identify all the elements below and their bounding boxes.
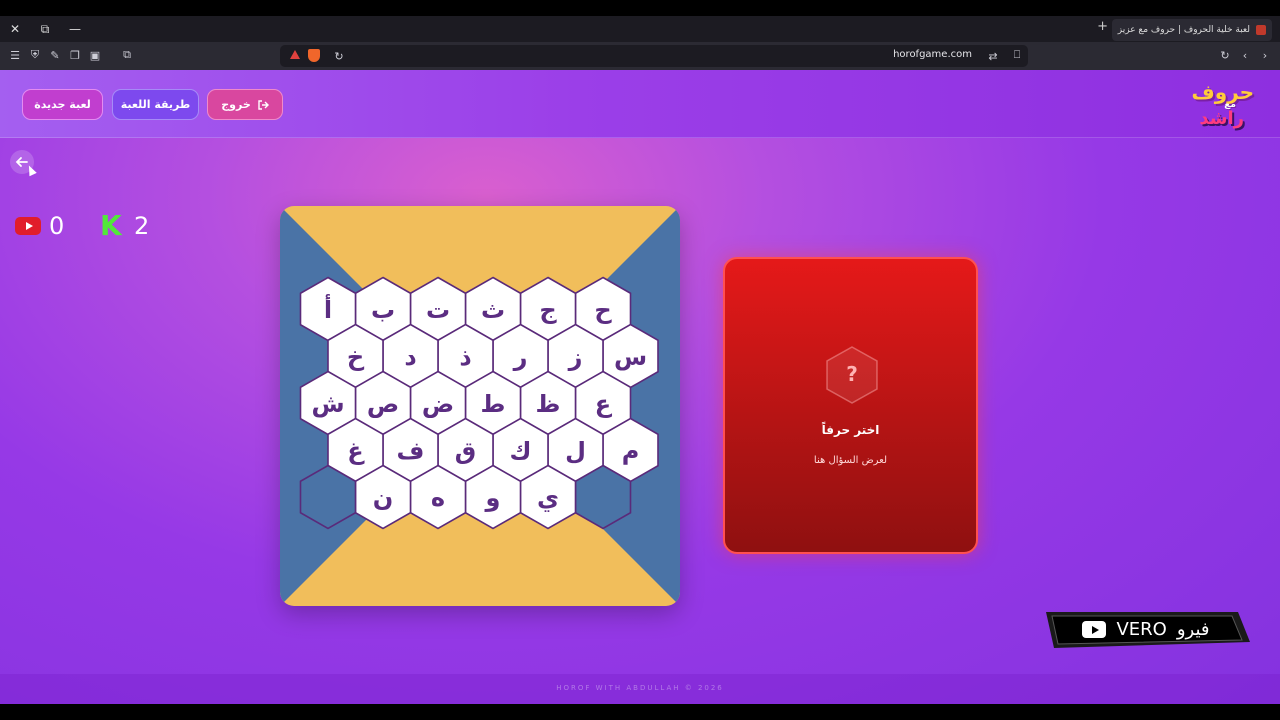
address-bar[interactable]: ↻ horofgame.com ⇄: [280, 45, 1028, 67]
screenshot-icon[interactable]: ⧉: [120, 48, 134, 62]
hex-letter: ن: [373, 484, 393, 512]
card-title: اختر حرفاً: [821, 423, 880, 437]
favicon-icon: [1256, 25, 1266, 35]
vero-name-en: VERO: [1116, 619, 1167, 640]
footer-text: HOROF WITH ABDULLAH © 2026: [556, 684, 724, 692]
browser-titlebar: ✕ ⧉ — + لعبة خلية الحروف | حروف مع عزيز …: [0, 16, 1280, 42]
logo-line1: حروف: [1191, 80, 1254, 104]
hex-letter: ل: [565, 437, 586, 465]
restore-icon[interactable]: ⧉: [30, 16, 60, 42]
site-footer: HOROF WITH ABDULLAH © 2026: [0, 674, 1280, 704]
menu-icon[interactable]: ☰: [8, 48, 22, 62]
minimize-icon[interactable]: —: [60, 16, 90, 42]
new-game-button[interactable]: لعبة جديدة: [22, 89, 103, 120]
vero-label: فيرو VERO: [1042, 619, 1250, 640]
vero-name-ar: فيرو: [1176, 619, 1210, 640]
hex-letter: ف: [397, 437, 425, 465]
pin-icon[interactable]: ✎: [48, 48, 62, 62]
hex-letter: ش: [311, 390, 344, 418]
youtube-score: 0: [15, 212, 64, 240]
mouse-cursor: [25, 163, 37, 177]
share-icon[interactable]: ↻: [332, 49, 346, 63]
bookmark-icon[interactable]: ⎕: [1010, 48, 1024, 62]
tab-title: لعبة خلية الحروف | حروف مع عزيز: [1117, 25, 1250, 35]
brave-rewards-icon[interactable]: [290, 50, 300, 59]
youtube-icon: [1082, 621, 1107, 638]
url-text[interactable]: horofgame.com: [893, 49, 972, 60]
exit-label: خروج: [221, 98, 251, 111]
hex-board-canvas: ح ج ث ت ب أ س ز ر ذ د خ ع ظ طضصش م ل ك ق ف غ ي و ه ن: [280, 206, 680, 606]
exit-button[interactable]: خروج: [207, 89, 283, 120]
reload-icon[interactable]: ↻: [1218, 48, 1232, 62]
hex-letter: ت: [426, 296, 450, 324]
hex-letter: أ: [324, 294, 332, 324]
hex-letter: ك: [510, 437, 532, 465]
how-to-play-button[interactable]: طريقة اللعبة: [112, 89, 199, 120]
hex-letter: د: [404, 343, 416, 371]
sidebar-icon[interactable]: ▣: [88, 48, 102, 62]
hex-letter: ر: [513, 343, 528, 371]
hex-letter: س: [614, 343, 647, 371]
browser-tab[interactable]: لعبة خلية الحروف | حروف مع عزيز ✕: [1112, 19, 1272, 41]
hex-letter: ز: [568, 343, 583, 371]
hex-letter: خ: [347, 343, 365, 371]
hex-letter: ي: [537, 484, 559, 512]
kick-score-value: 2: [134, 212, 150, 240]
logo-line3: راشد: [1199, 108, 1244, 129]
site-header: لعبة جديدة طريقة اللعبة خروج حروف مع راش…: [0, 70, 1280, 138]
permissions-icon[interactable]: ⇄: [986, 49, 1000, 63]
shield-icon[interactable]: ⛨: [28, 48, 42, 62]
hex-letter: ص: [367, 390, 399, 418]
hex-letter: ط: [481, 390, 506, 418]
tabs-icon[interactable]: ❐: [68, 48, 82, 62]
hex-letter: ظ: [536, 390, 561, 418]
hex-letter: ع: [595, 390, 613, 418]
hex-letter: ذ: [459, 343, 471, 371]
screen-top-edge: [0, 0, 1280, 16]
site-logo[interactable]: حروف مع راشد: [1191, 80, 1256, 132]
browser-toolbar: ☰ ⛨ ✎ ❐ ▣ ⧉ ↻ horofgame.com ⇄ ⎕ ↻ ‹ ›: [0, 42, 1280, 70]
new-tab-button[interactable]: +: [1097, 19, 1108, 34]
hex-letter: ب: [371, 296, 395, 324]
new-game-label: لعبة جديدة: [34, 98, 91, 111]
card-subtitle: لعرض السؤال هنا: [813, 455, 888, 466]
hex-letter: ض: [422, 390, 454, 418]
youtube-score-value: 0: [49, 212, 65, 240]
kick-icon: K: [100, 209, 122, 242]
hex-letter: ح: [594, 296, 612, 324]
forward-nav-icon[interactable]: ›: [1258, 48, 1272, 62]
youtube-icon: [15, 217, 41, 235]
question-mark: ?: [846, 362, 858, 386]
hex-letter: ج: [539, 296, 557, 324]
screen: ✕ ⧉ — + لعبة خلية الحروف | حروف مع عزيز …: [0, 0, 1280, 720]
brave-shield-icon[interactable]: [308, 49, 320, 62]
back-nav-icon[interactable]: ‹: [1238, 48, 1252, 62]
how-to-play-label: طريقة اللعبة: [120, 98, 191, 111]
question-card: ? اختر حرفاً لعرض السؤال هنا: [723, 257, 978, 554]
vero-overlay: فيرو VERO: [1042, 612, 1250, 648]
hex-letter: غ: [347, 437, 365, 465]
hex-letter: ه: [431, 484, 445, 512]
close-icon[interactable]: ✕: [0, 16, 30, 42]
hex-letter: و: [485, 484, 501, 512]
kick-score: K 2: [100, 209, 150, 242]
hex-letter: م: [622, 437, 640, 465]
question-hex: ?: [826, 346, 878, 404]
logout-icon: [258, 99, 269, 110]
hex-board: ح ج ث ت ب أ س ز ر ذ د خ ع ظ طضصش م ل ك ق ف غ ي و ه ن: [280, 206, 680, 606]
screen-bottom-edge: [0, 704, 1280, 720]
hex-letter: ق: [455, 437, 476, 465]
hex-letter: ث: [481, 296, 505, 324]
game-page: لعبة جديدة طريقة اللعبة خروج حروف مع راش…: [0, 70, 1280, 704]
